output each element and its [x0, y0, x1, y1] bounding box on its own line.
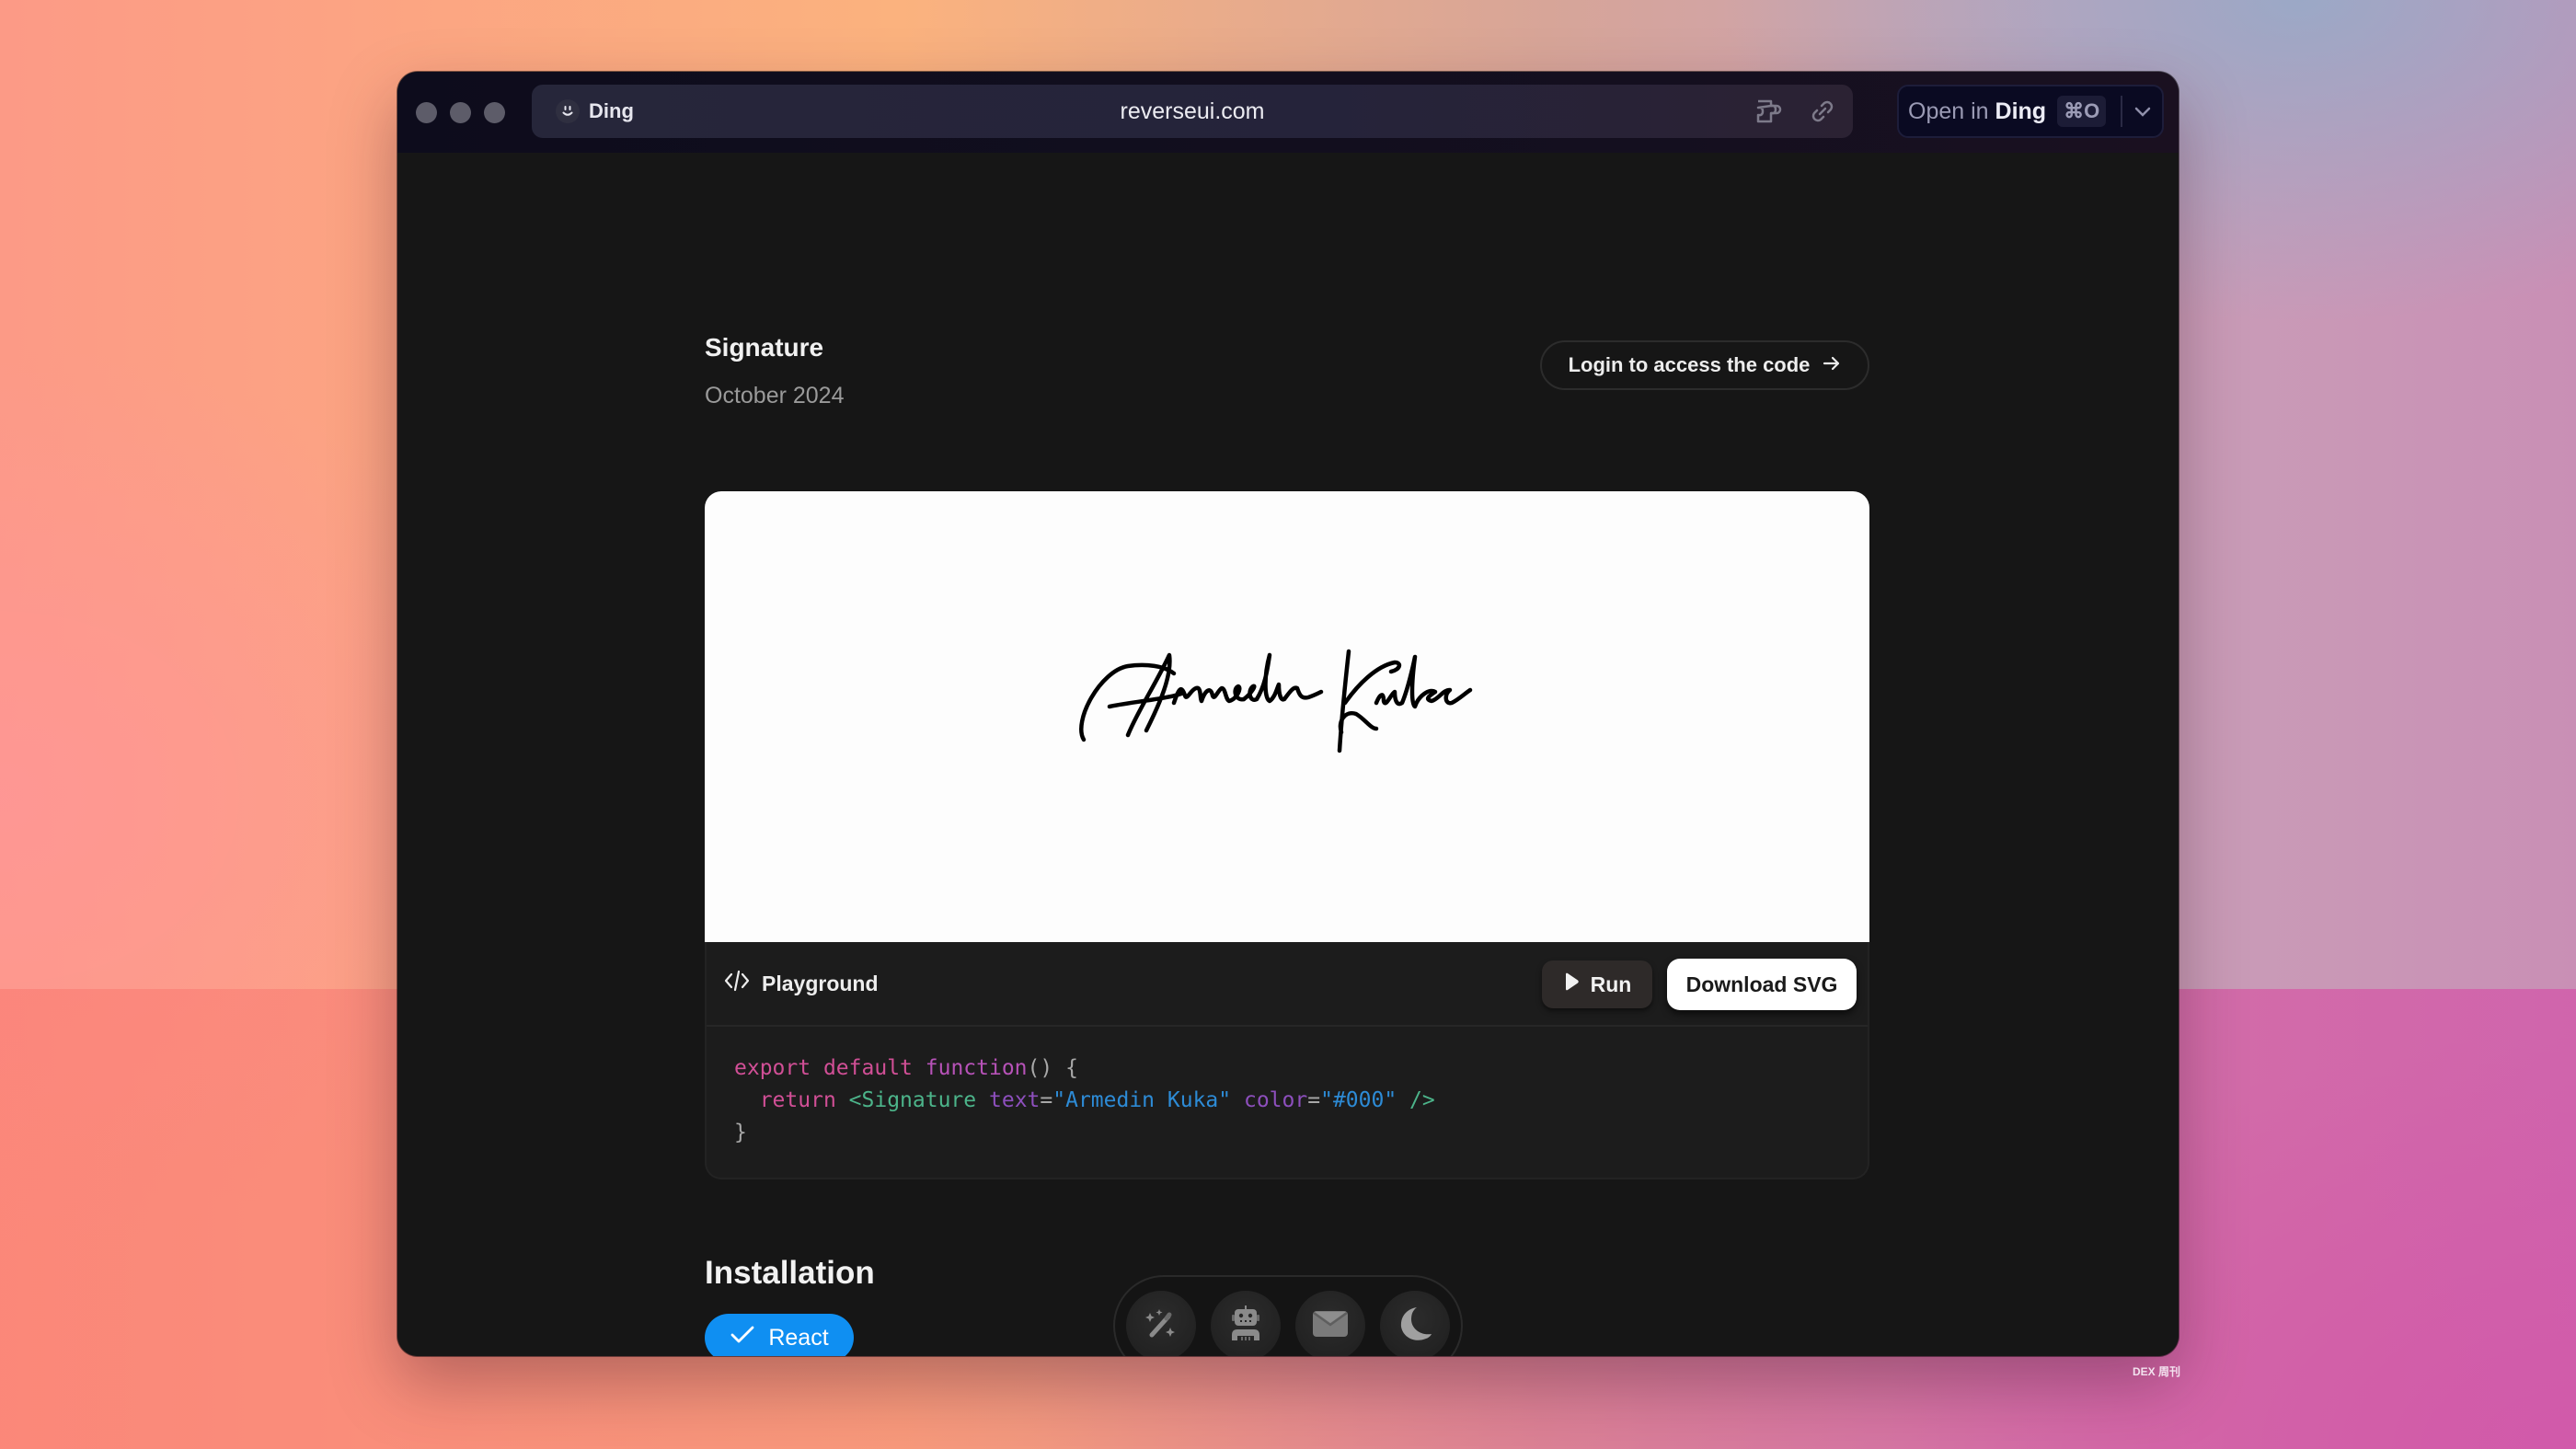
browser-window: Ding reverseui.com Open in Ding ⌘O Signa…: [397, 72, 2179, 1356]
code-token: }: [734, 1121, 747, 1144]
window-controls: [416, 101, 505, 123]
app-name: Ding: [589, 99, 634, 122]
open-in-ding-button[interactable]: Open in Ding ⌘O: [1897, 85, 2164, 138]
close-window-button[interactable]: [416, 101, 437, 123]
title-bar: Ding reverseui.com Open in Ding ⌘O: [397, 72, 2179, 153]
code-token: () {: [1027, 1056, 1078, 1080]
puzzle-icon[interactable]: [1755, 98, 1787, 125]
code-token: text: [989, 1088, 1041, 1112]
shortcut-badge: ⌘O: [2057, 96, 2107, 127]
code-line-2: return <Signature text="Armedin Kuka" co…: [734, 1085, 1868, 1117]
mail-button[interactable]: [1295, 1291, 1365, 1356]
code-token: "Armedin Kuka": [1052, 1088, 1232, 1112]
code-token: "#000": [1320, 1088, 1397, 1112]
minimize-window-button[interactable]: [450, 101, 471, 123]
watermark: DEX 周刊: [2133, 1365, 2181, 1378]
code-token: color: [1243, 1088, 1308, 1112]
code-token: />: [1409, 1088, 1435, 1112]
checkmark-icon: [730, 1325, 755, 1351]
react-label: React: [768, 1324, 829, 1351]
arrow-right-icon: [1823, 353, 1841, 377]
maximize-window-button[interactable]: [484, 101, 505, 123]
robot-button[interactable]: [1211, 1291, 1281, 1356]
open-in-prefix: Open in: [1908, 98, 1995, 124]
magic-wand-icon: [1143, 1305, 1179, 1347]
code-token: export: [734, 1056, 811, 1080]
code-line-1: export default function() {: [734, 1052, 1868, 1085]
framework-react-tab[interactable]: React: [705, 1314, 854, 1356]
magic-wand-button[interactable]: [1126, 1291, 1196, 1356]
playground-panel: Playground Run Download SVG export defau…: [705, 942, 1869, 1179]
divider: [2121, 96, 2123, 127]
play-icon: [1563, 972, 1580, 997]
run-label: Run: [1590, 972, 1632, 996]
address-bar[interactable]: Ding reverseui.com: [532, 85, 1853, 138]
installation-heading: Installation: [705, 1255, 875, 1291]
page-content: Signature October 2024 Login to access t…: [397, 153, 2179, 1356]
code-token: default: [822, 1056, 913, 1080]
floating-dock: [1113, 1275, 1463, 1356]
robot-icon: [1227, 1304, 1264, 1349]
url-text: reverseui.com: [1120, 98, 1265, 124]
code-editor[interactable]: export default function() { return <Sign…: [707, 1027, 1868, 1149]
dark-mode-toggle[interactable]: [1380, 1291, 1450, 1356]
playground-label: Playground: [762, 971, 879, 995]
link-icon[interactable]: [1809, 98, 1836, 125]
code-token: <Signature: [848, 1088, 977, 1112]
code-token: =: [1307, 1088, 1321, 1112]
moon-icon: [1397, 1305, 1433, 1348]
code-token: function: [925, 1056, 1028, 1080]
app-chip[interactable]: Ding: [556, 99, 634, 123]
code-icon: [723, 969, 751, 998]
playground-header: Playground Run Download SVG: [707, 942, 1868, 1027]
code-token: =: [1040, 1088, 1053, 1112]
login-to-access-code-button[interactable]: Login to access the code: [1540, 340, 1869, 390]
page-date: October 2024: [705, 383, 845, 408]
chevron-down-icon[interactable]: [2132, 102, 2154, 121]
code-token: return: [759, 1088, 836, 1112]
login-button-label: Login to access the code: [1568, 353, 1811, 376]
open-in-app-name: Ding: [1995, 98, 2047, 124]
code-line-3: }: [734, 1117, 1868, 1149]
download-svg-button[interactable]: Download SVG: [1667, 959, 1857, 1010]
signature-preview: [705, 491, 1869, 942]
signature-drawing: [1079, 649, 1473, 753]
open-in-label: Open in Ding: [1908, 98, 2046, 125]
run-button[interactable]: Run: [1542, 960, 1652, 1008]
smiley-icon: [556, 99, 580, 123]
page-title: Signature: [705, 333, 824, 362]
mail-icon: [1311, 1308, 1350, 1344]
